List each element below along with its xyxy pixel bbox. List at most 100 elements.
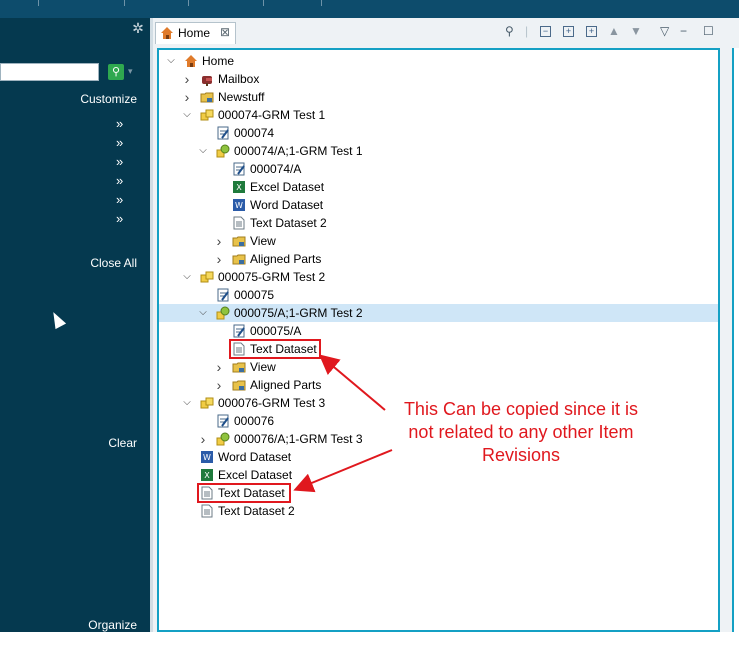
- tree-row[interactable]: X Excel Dataset: [0, 466, 292, 484]
- tree-row[interactable]: 000076: [0, 412, 274, 430]
- tree-row[interactable]: 000074: [0, 124, 274, 142]
- search-icon: ⚲: [111, 66, 121, 78]
- tree-row-label: 000074/A;1-GRM Test 1: [234, 144, 363, 158]
- tree-row-label: Newstuff: [218, 90, 265, 104]
- gear-icon[interactable]: ✲: [130, 20, 146, 36]
- tree-row[interactable]: Text Dataset 2: [0, 214, 327, 232]
- expand-chevron-icon[interactable]: »: [116, 135, 123, 150]
- tree-row[interactable]: W Word Dataset: [0, 196, 323, 214]
- close-all-link[interactable]: Close All: [90, 256, 137, 270]
- chevron-down-icon[interactable]: ⌵: [181, 106, 193, 124]
- tree-row[interactable]: 000075/A: [0, 322, 301, 340]
- search-dropdown-icon[interactable]: ▾: [128, 66, 133, 77]
- tree-row[interactable]: › Aligned Parts: [0, 376, 322, 394]
- chevron-down-icon[interactable]: ⌵: [165, 52, 177, 70]
- tree-row[interactable]: 000075: [0, 286, 274, 304]
- title-bar-tick: [124, 0, 125, 6]
- tree-row-label: 000074-GRM Test 1: [218, 108, 326, 122]
- svg-text:W: W: [203, 453, 211, 462]
- move-down-icon[interactable]: ▼: [630, 23, 642, 39]
- expand-chevron-icon[interactable]: »: [116, 116, 123, 131]
- tree-row[interactable]: ⌵ 000076-GRM Test 3: [0, 394, 325, 412]
- tree-row[interactable]: › Mailbox: [0, 70, 260, 88]
- tree-row-label: Aligned Parts: [250, 252, 322, 266]
- tree-row[interactable]: › View: [0, 358, 276, 376]
- expand-chevron-icon[interactable]: »: [116, 154, 123, 169]
- tree-row[interactable]: › 000076/A;1-GRM Test 3: [0, 430, 363, 448]
- folder-icon: [200, 92, 214, 103]
- chevron-right-icon[interactable]: ›: [213, 250, 225, 268]
- tree-row-label: 000076-GRM Test 3: [218, 396, 326, 410]
- tree-row[interactable]: Text Dataset: [0, 340, 317, 358]
- tree-row[interactable]: 000074/A: [0, 160, 301, 178]
- tree-row[interactable]: ⌵ 000075/A;1-GRM Test 2: [159, 304, 718, 322]
- chevron-down-icon[interactable]: ⌵: [197, 304, 209, 322]
- tree-row[interactable]: ⌵ Home: [0, 52, 234, 70]
- excel-icon: X: [201, 469, 213, 481]
- chevron-right-icon[interactable]: ›: [181, 88, 193, 106]
- annotation-line: Revisions: [481, 445, 561, 465]
- customize-link[interactable]: Customize: [80, 92, 137, 106]
- minimize-icon[interactable]: −: [680, 23, 687, 39]
- tree-row[interactable]: › Newstuff: [0, 88, 265, 106]
- tree-row[interactable]: X Excel Dataset: [0, 178, 324, 196]
- chevron-right-icon[interactable]: ›: [213, 358, 225, 376]
- title-bar-tick: [321, 0, 322, 6]
- bottom-margin: [0, 632, 739, 652]
- expand-chevron-icon[interactable]: »: [116, 173, 123, 188]
- expand-icon[interactable]: +: [563, 26, 574, 37]
- revision-icon: [216, 144, 230, 158]
- tree-row[interactable]: W Word Dataset: [0, 448, 291, 466]
- tree-row-label: Excel Dataset: [218, 468, 293, 482]
- tree-row[interactable]: Text Dataset 2: [0, 502, 295, 520]
- form-icon: [233, 324, 245, 338]
- collapse-all-icon[interactable]: −: [540, 26, 551, 37]
- form-icon: [233, 162, 245, 176]
- search-input[interactable]: [0, 63, 99, 81]
- tree-row-label: 000076/A;1-GRM Test 3: [234, 432, 363, 446]
- view-menu-icon[interactable]: ▽: [660, 23, 669, 39]
- maximize-icon[interactable]: ☐: [703, 23, 714, 39]
- tree-row[interactable]: ⌵ 000074-GRM Test 1: [0, 106, 325, 124]
- item-icon: [200, 109, 214, 121]
- annotation-line: This Can be copied since it is: [403, 399, 639, 419]
- tree-row[interactable]: ⌵ 000075-GRM Test 2: [0, 268, 325, 286]
- title-bar-tick: [188, 0, 189, 6]
- chevron-down-icon[interactable]: ⌵: [181, 268, 193, 286]
- tree-row[interactable]: › Aligned Parts: [0, 250, 322, 268]
- expand-chevron-icon[interactable]: »: [116, 211, 123, 226]
- organize-link[interactable]: Organize: [88, 618, 137, 632]
- search-button[interactable]: ⚲: [108, 64, 124, 80]
- title-bar: [0, 0, 739, 18]
- navigation-panel: ✲ ⚲ ▾ Customize » » » » » » Close All Clear O…: [0, 18, 150, 632]
- chevron-down-icon[interactable]: ⌵: [181, 394, 193, 412]
- chevron-right-icon[interactable]: ›: [181, 70, 193, 88]
- expand-all-icon[interactable]: +: [586, 26, 597, 37]
- chevron-right-icon[interactable]: ›: [213, 232, 225, 250]
- chevron-right-icon[interactable]: ›: [213, 376, 225, 394]
- home-icon: [161, 27, 173, 39]
- search-icon[interactable]: ⚲: [505, 23, 514, 39]
- expand-chevron-icon[interactable]: »: [116, 192, 123, 207]
- tree-row[interactable]: ⌵ 000074/A;1-GRM Test 1: [0, 142, 362, 160]
- folder-icon: [232, 380, 246, 391]
- tree-row[interactable]: › View: [0, 232, 276, 250]
- tree-row-label: Mailbox: [218, 72, 260, 86]
- clear-link[interactable]: Clear: [108, 436, 137, 450]
- item-icon: [200, 271, 214, 283]
- tab-home[interactable]: Home ⊠: [155, 22, 236, 44]
- text-doc-icon: [233, 216, 245, 230]
- move-up-icon[interactable]: ▲: [608, 23, 620, 39]
- tree-row-label: 000075: [234, 288, 275, 302]
- close-icon[interactable]: ⊠: [220, 25, 230, 39]
- tree-row-label: Word Dataset: [250, 198, 324, 212]
- right-panel-edge: [725, 18, 739, 632]
- highlight-box: [229, 339, 321, 359]
- chevron-down-icon[interactable]: ⌵: [197, 142, 209, 160]
- right-panel-content: [732, 48, 739, 632]
- tree-row[interactable]: Text Dataset: [0, 484, 285, 502]
- highlight-box: [197, 483, 291, 503]
- chevron-right-icon[interactable]: ›: [197, 430, 209, 448]
- tree-row-label: Word Dataset: [218, 450, 292, 464]
- tab-label: Home: [178, 26, 211, 40]
